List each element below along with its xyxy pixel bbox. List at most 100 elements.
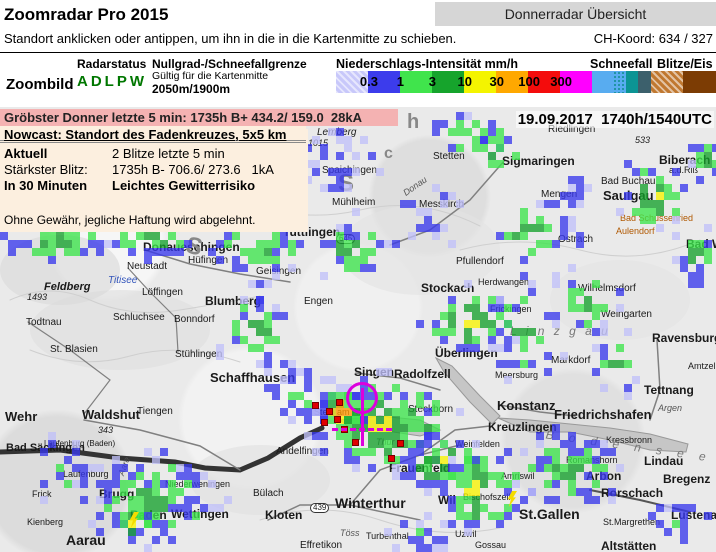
radarstatus-value: ADLPW — [77, 73, 147, 90]
scale-segment — [592, 71, 613, 93]
zerograd-value: 2050m/1900m — [152, 82, 230, 96]
map-label: Todtnau — [26, 318, 62, 328]
scale-segment: 300 — [560, 71, 592, 93]
map-label: St.Gallen — [519, 507, 580, 521]
map-label: Schluchsee — [113, 313, 165, 323]
map-label: Messkirch — [419, 200, 464, 210]
map-label: Gossau — [475, 541, 506, 550]
map-label: Wilhelmsdorf — [578, 284, 636, 294]
infobox-row-staerkster-blitz: Stärkster Blitz: 1735h B- 706.6/ 273.6 1… — [4, 162, 308, 178]
map-label: Aulendorf — [616, 227, 655, 236]
map-label: Laufenburg — [63, 470, 109, 479]
strike-marker — [388, 455, 395, 462]
map-label: Geisingen — [256, 267, 301, 277]
row-label: In 30 Minuten — [4, 178, 112, 194]
map-label: Mühlheim — [332, 198, 375, 208]
strike-marker — [336, 399, 343, 406]
header-divider — [0, 52, 716, 53]
map-label: Mengen — [541, 190, 577, 200]
map-label: Feldberg — [44, 282, 90, 293]
infobox-row-aktuell: Aktuell 2 Blitze letzte 5 min — [4, 146, 308, 162]
donnerradar-overview-button[interactable]: Donnerradar Übersicht — [435, 2, 716, 26]
map-label: Bad Schussenried — [620, 214, 693, 223]
map-label: Engen — [304, 297, 333, 307]
scale-segment — [683, 71, 716, 93]
map-label: Pfullendorf — [456, 257, 504, 267]
row-value: 2 Blitze letzte 5 min — [112, 146, 225, 162]
map-label: Meersburg — [495, 371, 538, 380]
map-label: 439 — [310, 503, 329, 513]
map-label: Töss — [340, 529, 360, 538]
map-label: 343 — [98, 426, 113, 435]
scale-segment: 0.3 — [368, 71, 400, 93]
map-label: Turbenthal — [366, 532, 409, 541]
map-label: Rorschach — [601, 487, 663, 499]
map-label: Bonndorf — [174, 315, 215, 325]
map-label: Frick — [32, 490, 52, 499]
strike-marker — [326, 408, 333, 415]
map-label: Kienberg — [27, 518, 63, 527]
map-label: Amriswil — [501, 472, 535, 481]
map-label: Kloten — [265, 509, 302, 521]
infobox-row-30min: In 30 Minuten Leichtes Gewitterrisiko — [4, 178, 308, 194]
zoombild-label: Zoombild — [6, 76, 74, 93]
radarstatus-label: Radarstatus — [77, 57, 146, 71]
map-label: Markdorf — [551, 356, 590, 366]
map-label: Stetten — [433, 152, 465, 162]
scale-segment — [626, 71, 638, 93]
map-label: Bischofszell — [463, 493, 511, 502]
map-label: Lemberg — [317, 128, 356, 138]
map-label: Stühlingen — [175, 350, 222, 360]
scale-segment — [613, 71, 626, 93]
map-label: Sigmaringen — [502, 155, 575, 167]
map-label: Stockach — [421, 282, 474, 294]
map-label: Romanshorn — [566, 456, 618, 465]
map-label: Wehr — [5, 410, 37, 423]
map-label: Tettnang — [644, 384, 694, 396]
map-label: Lustenau — [671, 509, 716, 521]
map-label: S — [338, 172, 354, 196]
map-label: Wil — [438, 494, 456, 506]
map-label: Bad Buchau — [601, 177, 656, 187]
zerograd-label: Nullgrad-/Schneefallgrenze — [152, 57, 307, 71]
map-label: Ravensburg — [652, 332, 716, 344]
map-label: Neustadt — [127, 262, 167, 272]
scale-segment — [638, 71, 651, 93]
map-label: Amtzell — [688, 362, 716, 371]
map-label: Frauenfeld — [389, 462, 450, 474]
map-label: Tiengen — [137, 407, 173, 417]
map-label: Wettingen — [171, 508, 229, 520]
ch-coordinates: CH-Koord: 634 / 327 — [594, 31, 713, 46]
map-label: Altstätten — [601, 540, 656, 552]
map-timestamp: 19.09.2017 1740h/1540UTC — [516, 111, 714, 128]
map-label: Radolfzell — [394, 368, 451, 380]
instruction-text: Standort anklicken oder antippen, um ihn… — [4, 31, 456, 46]
zerograd-note: Gültig für die Kartenmitte — [152, 70, 268, 82]
map-label: Frickingen — [490, 305, 532, 314]
map-label: Friedrichshafen — [554, 408, 652, 421]
intensity-scale-label: Niederschlags-Intensität mm/h — [336, 57, 518, 71]
map-label: Steckborn — [408, 405, 453, 415]
snow-scale-label: Schneefall — [590, 57, 653, 71]
crosshair-horizontal-line — [332, 428, 392, 431]
map-label: 645 — [336, 234, 355, 244]
map-label: 533 — [635, 136, 650, 145]
map-label: Löffingen — [142, 288, 183, 298]
row-value: 1735h B- 706.6/ 273.6 1kA — [112, 162, 274, 178]
map-label: Bülach — [253, 489, 284, 499]
map-label: Überlingen — [435, 347, 498, 359]
map-label: Bregenz — [663, 473, 710, 485]
map-label: h — [407, 112, 419, 132]
map-label: Ostrach — [558, 235, 593, 245]
map-label: Winterthur — [335, 496, 406, 510]
map-label: 1493 — [27, 293, 47, 302]
map-label: Schaffhausen — [210, 371, 295, 384]
nowcast-infobox: Aktuell 2 Blitze letzte 5 min Stärkster … — [0, 129, 308, 232]
scale-segment: 1 — [400, 71, 432, 93]
map-label: Waldshut — [82, 408, 140, 421]
disclaimer-text: Ohne Gewähr, jegliche Haftung wird abgel… — [4, 213, 256, 227]
strike-marker — [334, 416, 341, 423]
map-label: L i n z g a u — [510, 325, 611, 337]
map-label: Aarau — [66, 533, 106, 547]
row-label: Aktuell — [4, 146, 112, 162]
